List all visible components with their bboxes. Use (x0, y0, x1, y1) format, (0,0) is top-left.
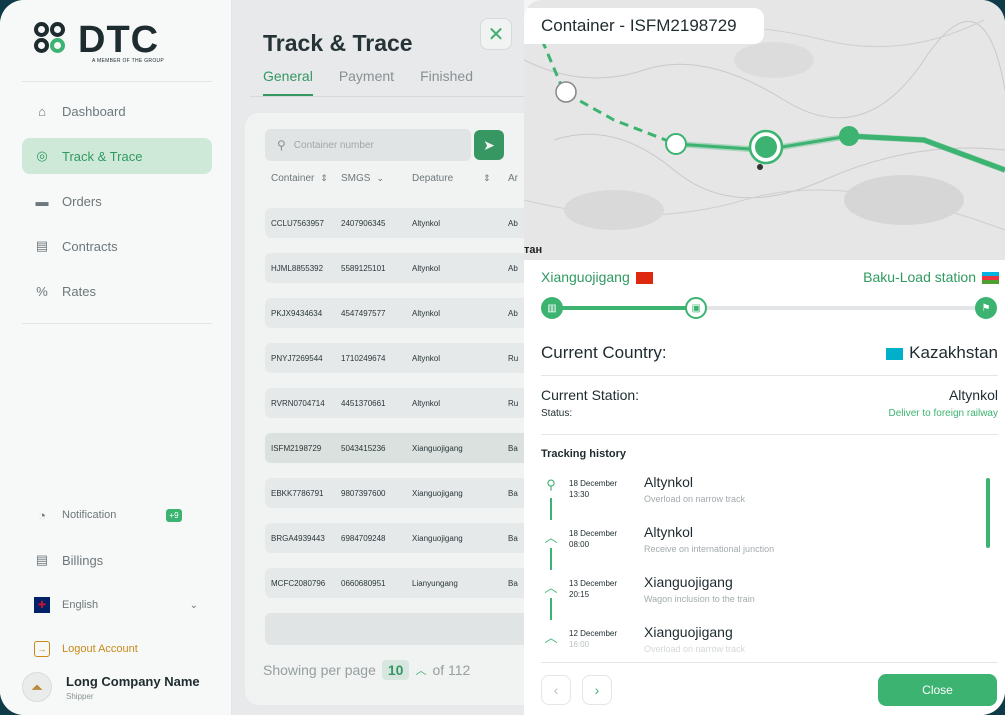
current-station-row: Current Station: Altynkol (541, 387, 998, 403)
sidebar-item-contracts[interactable]: ▤ Contracts (22, 228, 212, 264)
sidebar-item-label: Billings (62, 552, 104, 568)
origin-building-icon: ▥ (541, 297, 563, 319)
sidebar-item-label: Track & Trace (62, 148, 143, 164)
logo-mark-icon (34, 22, 72, 60)
history-time: 08:00 (569, 540, 590, 549)
train-icon: ▣ (685, 297, 708, 319)
chevron-up-icon: ︿ (544, 530, 558, 545)
user-role: Shipper (66, 691, 94, 701)
notification-badge: +9 (166, 508, 182, 522)
history-time: 13:30 (569, 490, 590, 499)
divider (541, 375, 998, 376)
azerbaijan-flag-icon (982, 272, 999, 285)
china-flag-icon (635, 272, 653, 285)
current-station-value: Altynkol (948, 387, 998, 403)
map-label: тан (524, 244, 543, 256)
history-station: Xianguojigang (644, 624, 733, 640)
container-detail-panel: тан Container - ISFM2198729 Xianguojigan… (524, 0, 1005, 715)
location-pin-icon: ⚲ (546, 477, 556, 492)
history-description: Receive on international junction (644, 544, 775, 554)
brand-tagline: A MEMBER OF THE GROUP (92, 58, 165, 64)
history-scrollbar[interactable] (986, 478, 990, 548)
sidebar-item-label: Rates (62, 283, 96, 299)
history-item: ︿ 12 December 16:00 Xianguojigang Overloa… (541, 624, 961, 654)
route-endpoints: Xianguojigang Baku-Load station (541, 269, 999, 285)
brand-name: DTC (78, 19, 160, 61)
next-button[interactable]: › (582, 675, 612, 705)
history-time: 16:00 (569, 640, 590, 649)
current-country-label: Current Country: (541, 343, 667, 362)
history-time: 20:15 (569, 590, 590, 599)
kazakhstan-flag-icon (886, 347, 904, 360)
avatar: ◢◣ (22, 672, 52, 702)
home-icon: ⌂ (38, 103, 46, 119)
app-frame: DTC A MEMBER OF THE GROUP ⌂ Dashboard ◎ Tr… (0, 0, 1005, 715)
uk-flag-icon: ✚ (34, 597, 50, 613)
history-date: 18 December (569, 529, 618, 538)
location-icon: ◎ (36, 148, 48, 163)
status-value: Deliver to foreign railway (888, 408, 999, 419)
progress-fill (551, 306, 697, 310)
history-date: 13 December (569, 579, 618, 588)
percent-icon: % (36, 283, 48, 299)
logout-label: Logout Account (62, 643, 138, 655)
document-icon: ▤ (35, 552, 49, 567)
destination-station: Baku-Load station (863, 269, 976, 285)
current-station-label: Current Station: (541, 387, 640, 403)
route-progress: ▥ ▣ ⚑ (541, 294, 1001, 322)
history-station: Xianguojigang (644, 574, 733, 590)
truck-icon: ▬ (35, 193, 49, 209)
sidebar-item-billings[interactable]: ▤ Billings (22, 542, 212, 578)
history-description: Overload on narrow track (644, 494, 746, 504)
history-date: 12 December (569, 629, 618, 638)
chevron-left-icon: ‹ (553, 682, 559, 698)
tracking-history-title: Tracking history (541, 448, 626, 460)
sidebar-item-notification[interactable]: ◔ Notification +9 (22, 497, 212, 533)
user-name: Long Company Name (66, 673, 200, 689)
history-station: Altynkol (644, 474, 694, 490)
current-country-row: Current Country: Kazakhstan (541, 343, 998, 363)
current-country-value: Kazakhstan (909, 343, 998, 362)
history-date: 18 December (569, 479, 618, 488)
chevron-down-icon: ⌄ (189, 599, 198, 611)
origin-station: Xianguojigang (541, 269, 630, 285)
divider (541, 662, 998, 663)
logo: DTC A MEMBER OF THE GROUP (34, 19, 165, 64)
chevron-right-icon: › (594, 682, 600, 698)
bell-icon: ◔ (38, 507, 46, 523)
status-label: Status: (541, 408, 573, 419)
sidebar-item-label: Notification (62, 509, 117, 521)
previous-button[interactable]: ‹ (541, 675, 571, 705)
language-label: English (62, 599, 99, 611)
divider (541, 434, 998, 435)
chevron-up-icon: ︿ (544, 630, 558, 645)
divider (22, 81, 212, 82)
history-station: Altynkol (644, 524, 694, 540)
logout-icon: → (34, 641, 50, 657)
sidebar-item-track-trace[interactable]: ◎ Track & Trace (22, 138, 212, 174)
divider (22, 323, 212, 324)
sidebar-item-orders[interactable]: ▬ Orders (22, 183, 212, 219)
overlay-dim (232, 0, 524, 715)
chevron-up-icon: ︿ (544, 580, 558, 595)
sidebar-item-rates[interactable]: % Rates (22, 273, 212, 309)
sidebar: DTC A MEMBER OF THE GROUP ⌂ Dashboard ◎ Tr… (0, 0, 232, 715)
sidebar-item-dashboard[interactable]: ⌂ Dashboard (22, 93, 212, 129)
status-row: Status: Deliver to foreign railway (541, 408, 998, 419)
user-profile[interactable]: ◢◣ Long Company Name Shipper (22, 672, 200, 702)
history-item: ︿ 13 December 20:15 Xianguojigang Wagon i… (541, 574, 961, 622)
finish-flag-icon: ⚑ (975, 297, 997, 319)
document-icon: ▤ (35, 238, 49, 253)
panel-title: Container - ISFM2198729 (524, 8, 764, 44)
language-select[interactable]: ✚ English ⌄ (22, 587, 212, 623)
history-description: Wagon inclusion to the train (644, 594, 755, 604)
sidebar-item-label: Contracts (62, 238, 118, 254)
close-button[interactable]: Close (878, 674, 997, 706)
logout-button[interactable]: → Logout Account (22, 631, 212, 667)
history-description: Overload on narrow track (644, 644, 746, 654)
history-item: ︿ 18 December 08:00 Altynkol Receive on i… (541, 524, 961, 572)
sidebar-item-label: Orders (62, 193, 102, 209)
history-item: ⚲ 18 December 13:30 Altynkol Overload on … (541, 474, 961, 522)
sidebar-item-label: Dashboard (62, 103, 126, 119)
